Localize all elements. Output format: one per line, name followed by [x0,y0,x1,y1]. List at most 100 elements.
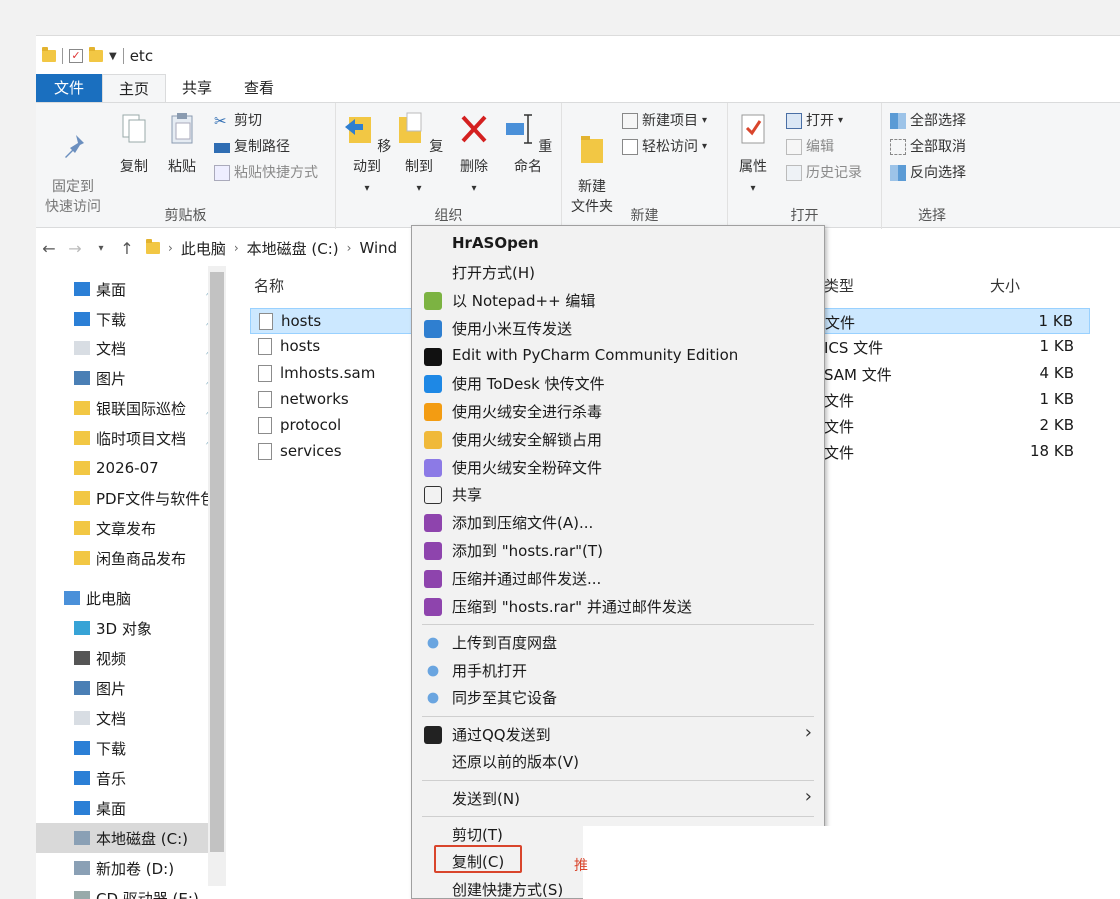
menu-item[interactable]: 使用小米互传发送 [412,314,824,342]
menu-item[interactable]: 使用火绒安全粉碎文件 [412,453,824,481]
new-folder-icon[interactable] [89,47,103,62]
nav-item-label: CD 驱动器 (E:) [96,889,199,899]
properties-check-icon[interactable]: ✓ [69,49,83,63]
menu-item[interactable]: 通过QQ发送到 › [412,720,824,748]
breadcrumb-separator-icon[interactable]: › [347,241,352,255]
delete-x-icon [461,115,487,143]
breadcrumb-local-disk[interactable]: 本地磁盘 (C:) [247,238,339,259]
rename-button[interactable]: 重命名 [500,111,556,177]
menu-item[interactable]: 使用火绒安全解锁占用 [412,425,824,453]
menu-item-label: 还原以前的版本(V) [452,753,579,771]
cut-button[interactable]: ✂ 剪切 [214,109,262,133]
menu-item[interactable]: 共享 [412,480,824,508]
file-type: ICS 文件 [824,339,884,357]
menu-item[interactable]: 压缩并通过邮件发送... [412,564,824,592]
back-arrow-icon[interactable]: ← [36,239,62,258]
select-all-button[interactable]: 全部选择 [890,109,966,133]
nav-item[interactable]: 3D 对象 [36,613,226,643]
history-button[interactable]: 历史记录 [786,161,862,185]
new-item-button[interactable]: 新建项目 ▾ [622,109,707,133]
move-to-button[interactable]: 移动到 ▾ [342,111,392,199]
paste-button[interactable]: 粘贴 [160,111,204,177]
copy-to-button[interactable]: 复制到 ▾ [394,111,444,199]
menu-item[interactable]: 使用火绒安全进行杀毒 [412,397,824,425]
nav-item[interactable]: 下载 [36,733,226,763]
menu-item[interactable]: 压缩到 "hosts.rar" 并通过邮件发送 [412,592,824,620]
nav-item[interactable]: PDF文件与软件包 [36,483,226,513]
nav-item[interactable]: 音乐 [36,763,226,793]
properties-dropdown-icon: ▾ [750,183,756,194]
new-folder-button[interactable]: 新建 文件夹 [568,111,616,217]
file-name: lmhosts.sam [280,364,376,382]
nav-item[interactable]: 文章发布 [36,513,226,543]
edit-button[interactable]: 编辑 [786,135,834,159]
nav-scrollbar-thumb[interactable] [210,272,224,852]
nav-item[interactable]: 文档📌 [36,333,226,363]
todesk-icon [424,375,442,393]
open-button[interactable]: 打开 ▾ [786,109,843,133]
menu-item[interactable]: 添加到压缩文件(A)... [412,508,824,536]
nav-item[interactable]: 视频 [36,643,226,673]
copy-path-button[interactable]: 复制路径 [214,135,290,159]
menu-item[interactable]: 发送到(N) › [412,784,824,812]
new-group: 新建 文件夹 新建项目 ▾ 轻松访问 ▾ 新建 [562,103,728,229]
nav-item[interactable]: 图片 [36,673,226,703]
folder-icon[interactable] [42,47,56,62]
column-name[interactable]: 名称 [254,275,284,296]
column-size[interactable]: 大小 [990,275,1020,296]
paste-shortcut-button[interactable]: 粘贴快捷方式 [214,161,318,185]
file-icon [258,338,272,355]
properties-button[interactable]: 属性 ▾ [732,111,774,199]
menu-item[interactable]: 添加到 "hosts.rar"(T) [412,536,824,564]
delete-button[interactable]: 删除 ▾ [454,111,494,199]
tab-view[interactable]: 查看 [228,74,290,102]
qat-dropdown-icon[interactable]: ▼ [109,51,117,62]
file-type: 文件 [824,444,855,462]
nav-item[interactable]: 新加卷 (D:) [36,853,226,883]
menu-item-label: HrASOpen [452,234,539,252]
copy-label: 复制 [120,159,148,175]
menu-item[interactable]: 同步至其它设备 [412,683,824,711]
file-size: 1 KB [1038,312,1073,330]
menu-item[interactable]: 上传到百度网盘 [412,628,824,656]
forward-arrow-icon[interactable]: → [62,239,88,258]
nav-item-label: 2026-07 [96,459,159,477]
menu-item[interactable]: 以 Notepad++ 编辑 [412,286,824,314]
breadcrumb-separator-icon[interactable]: › [168,241,173,255]
menu-item[interactable]: Edit with PyCharm Community Edition [412,342,824,370]
menu-item[interactable]: 使用 ToDesk 快传文件 [412,369,824,397]
nav-item[interactable]: 临时项目文档📌 [36,423,226,453]
nav-item[interactable]: 银联国际巡检📌 [36,393,226,423]
nav-item[interactable]: 此电脑 [36,583,226,613]
menu-item-label: 压缩到 "hosts.rar" 并通过邮件发送 [452,598,692,616]
nav-item[interactable]: 本地磁盘 (C:) [36,823,226,853]
nav-item[interactable]: 桌面 [36,793,226,823]
easy-access-button[interactable]: 轻松访问 ▾ [622,135,707,159]
nav-item[interactable]: 文档 [36,703,226,733]
up-arrow-icon[interactable]: ↑ [114,239,140,258]
copy-button[interactable]: 复制 [112,111,156,177]
breadcrumb-windows[interactable]: Wind [359,239,397,257]
nav-item[interactable]: 下载📌 [36,304,226,334]
nav-item[interactable]: 2026-07 [36,453,226,483]
menu-item[interactable]: 还原以前的版本(V) [412,747,824,775]
recent-dropdown-icon[interactable]: ▾ [88,243,114,254]
copy-highlight-box [434,845,522,873]
tab-home[interactable]: 主页 [102,74,167,102]
invert-selection-button[interactable]: 反向选择 [890,161,966,185]
pin-to-quick-access-button[interactable]: 固定到 快速访问 [40,111,106,217]
tab-share[interactable]: 共享 [166,74,228,102]
breadcrumb-this-pc[interactable]: 此电脑 [181,238,226,259]
menu-item[interactable]: HrASOpen [412,230,824,258]
nav-item[interactable]: CD 驱动器 (E:) [36,883,226,899]
menu-item[interactable]: 用手机打开 [412,656,824,684]
nav-item[interactable]: 图片📌 [36,363,226,393]
nav-item-label: 下载 [96,310,127,329]
tab-file[interactable]: 文件 [36,74,102,102]
breadcrumb-separator-icon[interactable]: › [234,241,239,255]
nav-item[interactable]: 桌面📌 [36,274,226,304]
column-type[interactable]: 类型 [824,275,854,296]
menu-item[interactable]: 打开方式(H) [412,258,824,286]
select-none-button[interactable]: 全部取消 [890,135,966,159]
nav-item[interactable]: 闲鱼商品发布 [36,543,226,573]
